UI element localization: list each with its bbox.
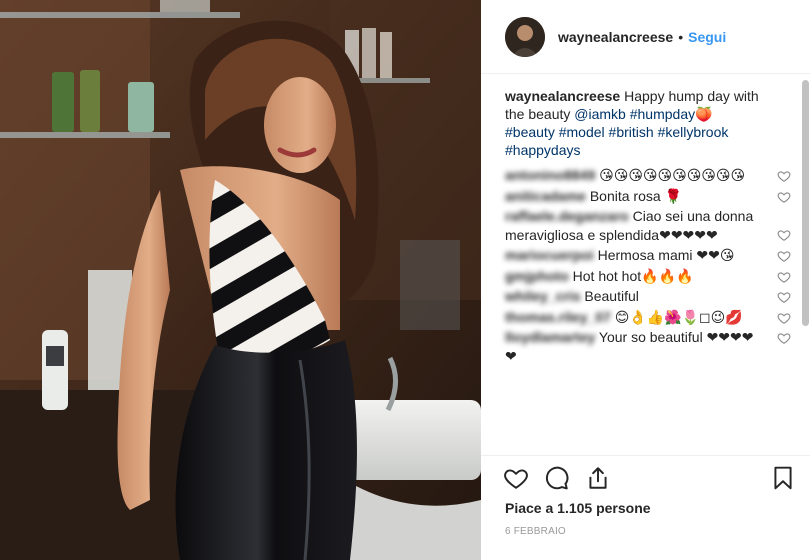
comment-username[interactable]: whiley_cris (505, 288, 581, 304)
post-date[interactable]: 6 FEBBRAIO (505, 526, 566, 537)
comment-text: Hermosa mami ❤❤😘 (597, 247, 735, 263)
comment-username[interactable]: gmjphoto (505, 268, 569, 284)
caption: waynealancreese Happy hump day with the … (505, 87, 775, 159)
bookmark-icon[interactable] (770, 465, 796, 491)
comment-item: mariocuerpoi Hermosa mami ❤❤😘 (505, 246, 801, 265)
caption-emoji: 🍑 (695, 106, 713, 122)
comment-username[interactable]: antonino8849 (505, 167, 595, 183)
comment-text: Beautiful (584, 288, 639, 304)
caption-mention[interactable]: @iamkb (574, 106, 626, 122)
post-actions: Piace a 1.105 persone 6 FEBBRAIO (481, 455, 810, 560)
comment-like-heart-icon[interactable] (777, 270, 791, 284)
caption-username[interactable]: waynealancreese (505, 88, 620, 104)
comment-text: 😘😘😘😘😘😘😘😘😘😘 (599, 167, 746, 183)
post-header: waynealancreese • Segui (481, 0, 810, 74)
comment-like-heart-icon[interactable] (777, 190, 791, 204)
comment-like-heart-icon[interactable] (777, 249, 791, 263)
comment-item: lloydlamartey Your so beautiful ❤❤❤❤❤ (505, 328, 801, 365)
comment-item: antonino8849 😘😘😘😘😘😘😘😘😘😘 (505, 166, 801, 185)
comment-username[interactable]: mariocuerpoi (505, 247, 594, 263)
comment-like-heart-icon[interactable] (777, 311, 791, 325)
comments-scrollbar[interactable] (802, 80, 809, 326)
comment-like-heart-icon[interactable] (777, 228, 791, 242)
share-arrow-icon[interactable] (585, 465, 611, 491)
post-photo[interactable] (0, 0, 481, 560)
comment-item: gmjphoto Hot hot hot🔥🔥🔥 (505, 267, 801, 286)
follow-separator: • (678, 28, 684, 45)
comment-item: whiley_cris Beautiful (505, 287, 801, 306)
comment-username[interactable]: lloydlamartey (505, 329, 595, 345)
caption-hashtag[interactable]: #humpday (630, 106, 695, 122)
like-heart-icon[interactable] (503, 465, 529, 491)
caption-hashtag[interactable]: #kellybrook (658, 124, 729, 140)
caption-hashtag[interactable]: #beauty (505, 124, 555, 140)
comment-username[interactable]: thomas.riley_07 (505, 309, 611, 325)
likes-count[interactable]: Piace a 1.105 persone (505, 500, 651, 516)
comment-text: Hot hot hot🔥🔥🔥 (572, 267, 694, 284)
caption-hashtag[interactable]: #happydays (505, 142, 581, 158)
comment-bubble-icon[interactable] (544, 465, 570, 491)
post-side-panel: waynealancreese • Segui waynealancreese … (481, 0, 810, 560)
comment-item: raffaele.deganzaro Ciao sei una donna me… (505, 207, 801, 244)
comments-list[interactable]: waynealancreese Happy hump day with the … (481, 75, 801, 455)
caption-hashtag[interactable]: #model (559, 124, 605, 140)
author-username[interactable]: waynealancreese (558, 29, 673, 45)
comment-item: aniticadame Bonita rosa 🌹 (505, 187, 801, 206)
comment-like-heart-icon[interactable] (777, 169, 791, 183)
comment-text: Bonita rosa 🌹 (589, 187, 682, 204)
avatar[interactable] (505, 16, 545, 57)
follow-button[interactable]: Segui (688, 29, 726, 45)
comment-username[interactable]: aniticadame (505, 188, 586, 204)
comment-like-heart-icon[interactable] (777, 290, 791, 304)
comment-text: 😊👌👍🌺🌷◻😉💋 (614, 308, 743, 325)
comment-item: thomas.riley_07 😊👌👍🌺🌷◻😉💋 (505, 308, 801, 327)
comment-like-heart-icon[interactable] (777, 331, 791, 345)
caption-hashtag[interactable]: #british (609, 124, 654, 140)
comment-username[interactable]: raffaele.deganzaro (505, 208, 629, 224)
avatar-image (505, 16, 545, 57)
post-photo-image (0, 0, 481, 560)
